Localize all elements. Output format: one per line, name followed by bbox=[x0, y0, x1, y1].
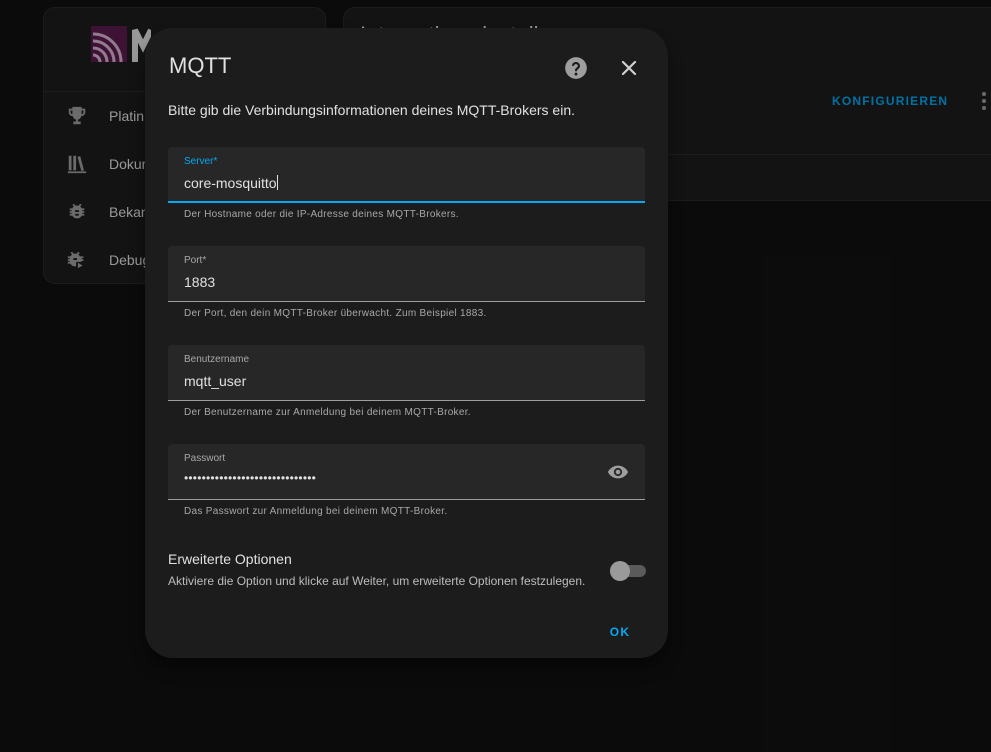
username-helper-text: Der Benutzername zur Anmeldung bei deine… bbox=[184, 407, 471, 418]
advanced-options-description: Aktiviere die Option und klicke auf Weit… bbox=[168, 574, 586, 588]
dialog-title: MQTT bbox=[169, 53, 232, 78]
port-field[interactable]: Port* 1883 bbox=[168, 246, 645, 302]
advanced-options-toggle[interactable] bbox=[610, 560, 646, 582]
ok-button[interactable]: OK bbox=[597, 620, 643, 644]
username-label: Benutzername bbox=[184, 354, 250, 365]
close-icon[interactable] bbox=[617, 56, 641, 80]
eye-icon[interactable] bbox=[607, 461, 629, 483]
password-label: Passwort bbox=[184, 453, 226, 464]
mqtt-config-dialog: MQTT Bitte gib die Verbindungsinformatio… bbox=[145, 28, 668, 658]
text-caret bbox=[276, 175, 278, 190]
port-helper-text: Der Port, den dein MQTT-Broker überwacht… bbox=[184, 308, 487, 319]
server-input[interactable]: core-mosquitto bbox=[184, 175, 278, 191]
server-label: Server* bbox=[184, 156, 218, 167]
username-field[interactable]: Benutzername mqtt_user bbox=[168, 345, 645, 401]
help-circle-icon[interactable] bbox=[563, 55, 589, 81]
toggle-knob bbox=[610, 561, 630, 581]
port-input[interactable]: 1883 bbox=[184, 274, 215, 290]
server-helper-text: Der Hostname oder die IP-Adresse deines … bbox=[184, 209, 459, 220]
port-label: Port* bbox=[184, 255, 207, 266]
username-input[interactable]: mqtt_user bbox=[184, 373, 246, 389]
password-field[interactable]: Passwort •••••••••••••••••••••••••••••• bbox=[168, 444, 645, 500]
password-helper-text: Das Passwort zur Anmeldung bei deinem MQ… bbox=[184, 506, 448, 517]
server-field[interactable]: Server* core-mosquitto bbox=[168, 147, 645, 203]
password-input[interactable]: •••••••••••••••••••••••••••••• bbox=[184, 471, 316, 485]
advanced-options-title: Erweiterte Optionen bbox=[168, 551, 292, 567]
dialog-description: Bitte gib die Verbindungsinformationen d… bbox=[168, 102, 575, 118]
